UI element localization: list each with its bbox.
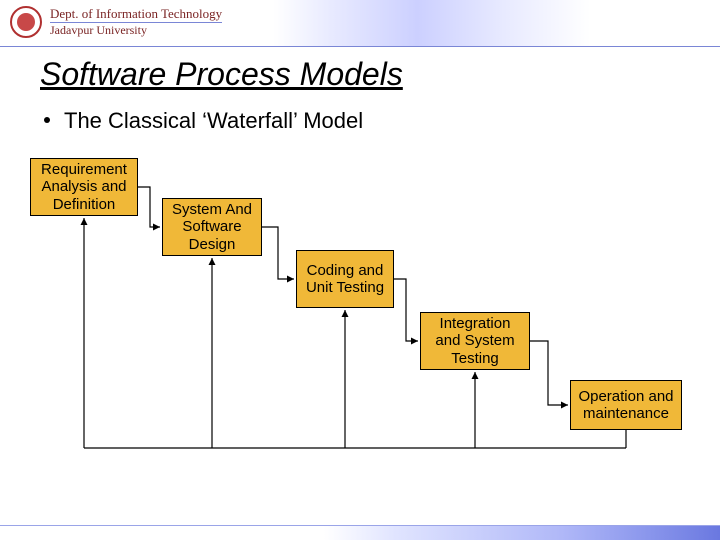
header-underline: [0, 46, 720, 47]
box-design: System And Software Design: [162, 198, 262, 256]
arrow-req-design: [138, 187, 160, 227]
box-coding: Coding and Unit Testing: [296, 250, 394, 308]
dept-text: Dept. of Information Technology Jadavpur…: [50, 6, 222, 38]
dept-logo-icon: [10, 6, 42, 38]
box-requirements: Requirement Analysis and Definition: [30, 158, 138, 216]
footer-band: [0, 525, 720, 540]
subtitle-text: The Classical ‘Waterfall’ Model: [64, 108, 363, 133]
dept-line1: Dept. of Information Technology: [50, 6, 222, 23]
bullet-icon: [44, 117, 50, 123]
box-operation: Operation and maintenance: [570, 380, 682, 430]
dept-line2: Jadavpur University: [50, 23, 222, 38]
box-integration: Integration and System Testing: [420, 312, 530, 370]
subtitle: The Classical ‘Waterfall’ Model: [44, 108, 363, 134]
arrow-design-code: [262, 227, 294, 279]
arrow-integ-op: [530, 341, 568, 405]
page-title: Software Process Models: [40, 56, 403, 93]
arrow-code-integ: [394, 279, 418, 341]
